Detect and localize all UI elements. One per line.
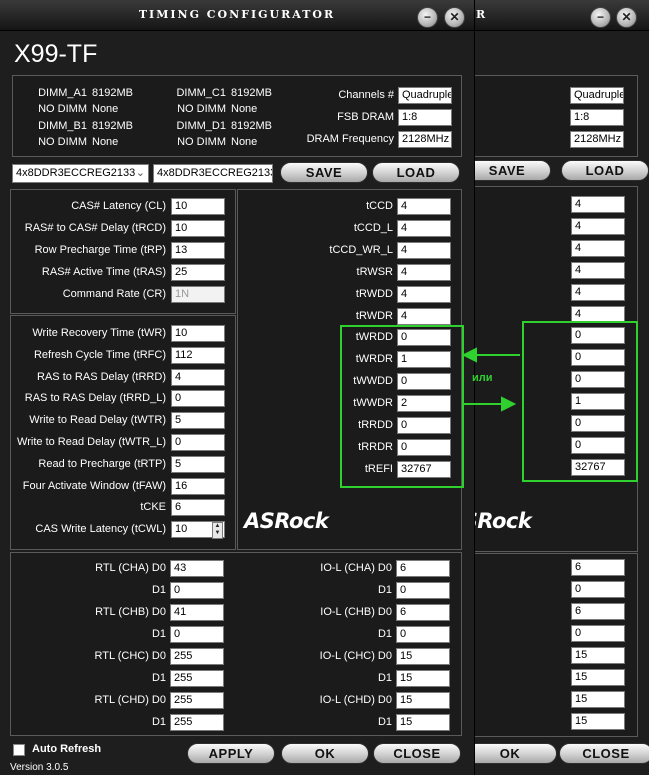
arrow-right-head [501,396,517,412]
annotation-text: или [472,372,493,384]
arrow-left-head [461,347,477,363]
annotation-arrows [461,347,520,412]
